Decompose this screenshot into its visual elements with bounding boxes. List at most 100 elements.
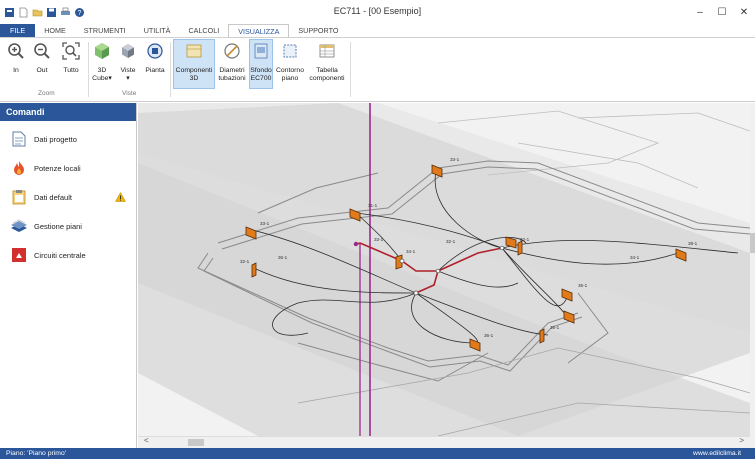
layers-icon: [10, 217, 28, 235]
isometric-plant-view[interactable]: 33-1 31-1 33-1 32-1 34-1 32-1 34-1 35-1 …: [138, 103, 750, 436]
svg-text:33-1: 33-1: [374, 237, 384, 242]
ribbon-separator: [170, 42, 171, 97]
warning-icon: [115, 192, 126, 202]
svg-text:38-1: 38-1: [688, 241, 698, 246]
diametri-tubazioni-button[interactable]: Diametri tubazioni: [216, 40, 248, 83]
svg-text:36-1: 36-1: [278, 255, 288, 260]
cmd-label: Dati default: [34, 192, 72, 202]
window-controls: – ☐ ✕: [689, 0, 755, 24]
plan-view-icon: [144, 40, 166, 62]
viste-label: Viste ▾: [120, 67, 136, 82]
table-icon: [316, 40, 338, 62]
cmd-circuiti-centrale[interactable]: Circuiti centrale: [0, 243, 136, 267]
svg-text:32-1: 32-1: [520, 237, 530, 242]
svg-text:36-1: 36-1: [484, 333, 494, 338]
cmd-dati-progetto[interactable]: Dati progetto: [0, 127, 136, 151]
viste-button[interactable]: Viste ▾: [116, 40, 140, 83]
svg-text:?: ?: [78, 10, 82, 17]
tab-utilita[interactable]: UTILITÀ: [135, 24, 180, 38]
maximize-icon[interactable]: ☐: [711, 0, 733, 24]
cmd-dati-default[interactable]: Dati default: [0, 185, 136, 209]
ribbon-tabs: FILE HOME STRUMENTI UTILITÀ CALCOLI VISU…: [0, 24, 755, 38]
app-icon: [5, 7, 14, 17]
svg-text:33-1: 33-1: [450, 157, 460, 162]
zoom-out-button[interactable]: Out: [30, 40, 54, 75]
svg-text:32-1: 32-1: [446, 239, 456, 244]
print-icon[interactable]: [60, 7, 71, 18]
pianta-button[interactable]: Pianta: [142, 40, 168, 75]
window-title: EC711 - [00 Esempio]: [333, 6, 422, 16]
quick-access-toolbar: ?: [0, 7, 85, 18]
3d-cube-label: 3D Cube▾: [92, 67, 112, 82]
ribbon-separator: [88, 42, 89, 97]
cube-icon: [91, 40, 113, 62]
horizontal-scrollbar[interactable]: < >: [138, 436, 750, 448]
tabella-componenti-button[interactable]: Tabella componenti: [307, 40, 347, 83]
contorno-piano-label: Contorno piano: [276, 67, 304, 82]
horizontal-scroll-thumb[interactable]: [188, 439, 204, 446]
svg-text:34-1: 34-1: [630, 255, 640, 260]
tab-home[interactable]: HOME: [35, 24, 75, 38]
zoom-in-button[interactable]: In: [4, 40, 28, 75]
sfondo-ec700-button[interactable]: Sfondo EC700: [249, 39, 273, 89]
tab-visualizza[interactable]: VISUALIZZA: [228, 24, 290, 38]
viste-group-label: Viste: [122, 90, 137, 97]
clipboard-icon: [10, 188, 28, 206]
diameter-icon: [221, 40, 243, 62]
3d-cube-button[interactable]: 3D Cube▾: [90, 40, 114, 83]
minimize-icon[interactable]: –: [689, 0, 711, 24]
cmd-label: Gestione piani: [34, 221, 82, 231]
close-icon[interactable]: ✕: [733, 0, 755, 24]
cmd-potenze-locali[interactable]: Potenze locali: [0, 156, 136, 180]
commands-panel: Comandi Dati progetto Potenze locali Dat…: [0, 103, 137, 448]
cmd-label: Dati progetto: [34, 134, 77, 144]
boiler-icon: [10, 246, 28, 264]
tab-strumenti[interactable]: STRUMENTI: [75, 24, 135, 38]
pianta-label: Pianta: [145, 67, 165, 74]
help-icon[interactable]: ?: [74, 7, 85, 18]
componenti-3d-label: Componenti 3D: [175, 67, 213, 82]
tab-file[interactable]: FILE: [0, 24, 36, 38]
save-icon[interactable]: [46, 7, 57, 18]
vertical-scroll-thumb[interactable]: [750, 233, 755, 253]
zoom-in-label: In: [13, 67, 19, 74]
svg-text:35-1: 35-1: [578, 283, 588, 288]
tab-supporto[interactable]: SUPPORTO: [289, 24, 347, 38]
zoom-out-icon: [31, 40, 53, 62]
floor-outline-icon: [279, 40, 301, 62]
ribbon-panel: In Out Tutto Zoom 3D Cube▾ Viste ▾ Pianta …: [0, 38, 755, 102]
componenti-3d-button[interactable]: Componenti 3D: [173, 39, 215, 89]
vertical-scrollbar[interactable]: [750, 103, 755, 448]
svg-text:36-1: 36-1: [550, 325, 560, 330]
zoom-extents-icon: [60, 40, 82, 62]
website-link[interactable]: www.edilclima.it: [693, 448, 741, 459]
status-bar: Piano: 'Piano primo' www.edilclima.it: [0, 448, 755, 459]
svg-text:33-1: 33-1: [260, 221, 270, 226]
diametri-tubazioni-label: Diametri tubazioni: [218, 67, 246, 82]
open-folder-icon[interactable]: [32, 7, 43, 18]
cmd-gestione-piani[interactable]: Gestione piani: [0, 214, 136, 238]
svg-text:34-1: 34-1: [406, 249, 416, 254]
views-icon: [117, 40, 139, 62]
3d-viewport[interactable]: 33-1 31-1 33-1 32-1 34-1 32-1 34-1 35-1 …: [138, 103, 750, 436]
zoom-in-icon: [5, 40, 27, 62]
new-file-icon[interactable]: [18, 7, 29, 18]
zoom-out-label: Out: [36, 67, 48, 74]
background-icon: [250, 40, 272, 62]
document-icon: [10, 130, 28, 148]
svg-text:32-1: 32-1: [240, 259, 250, 264]
cmd-label: Circuiti centrale: [34, 250, 86, 260]
tabella-componenti-label: Tabella componenti: [309, 67, 345, 82]
ribbon-separator: [350, 42, 351, 97]
current-floor: Piano: 'Piano primo': [6, 450, 67, 457]
contorno-piano-button[interactable]: Contorno piano: [274, 40, 306, 83]
svg-text:31-1: 31-1: [368, 203, 378, 208]
zoom-all-label: Tutto: [63, 67, 79, 74]
flame-icon: [10, 159, 28, 177]
components-3d-icon: [183, 40, 205, 62]
scroll-right-icon[interactable]: >: [739, 436, 744, 445]
zoom-all-button[interactable]: Tutto: [58, 40, 84, 75]
zoom-group-label: Zoom: [38, 90, 55, 97]
tab-calcoli[interactable]: CALCOLI: [179, 24, 228, 38]
scroll-left-icon[interactable]: <: [144, 436, 149, 445]
